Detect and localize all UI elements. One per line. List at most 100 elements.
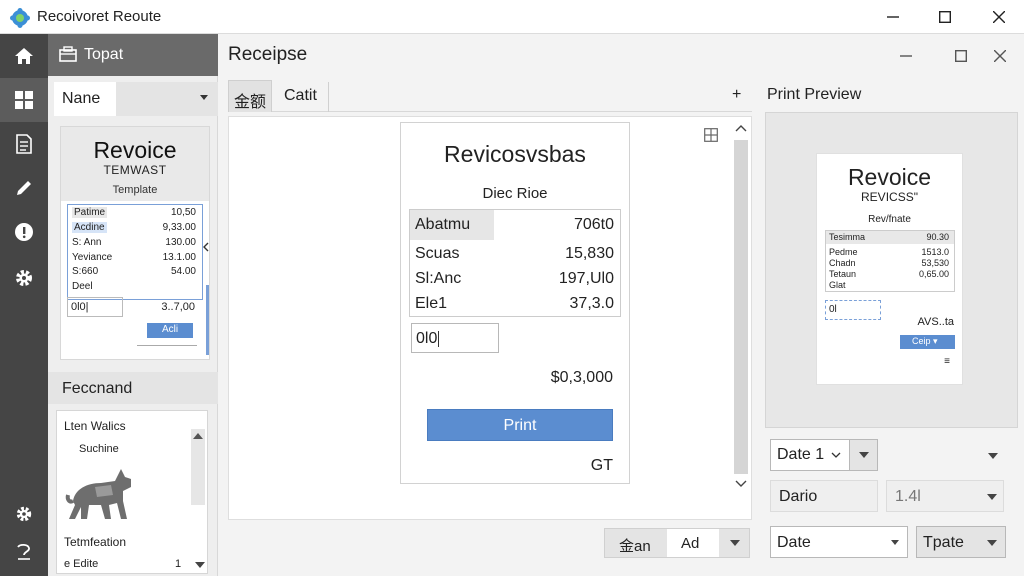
window-title: Recoivoret Reoute [37,8,162,25]
print-preview-label: Print Preview [767,86,862,103]
maximize-icon[interactable] [955,50,967,62]
date-select-button[interactable] [849,440,877,470]
preview-total: AVS..ta [917,316,954,328]
scrollbar-thumb[interactable] [734,140,748,474]
left-panel-header: Topat [48,34,218,76]
template-subtitle: TEMWAST [103,163,167,177]
wolf-image-icon [65,469,131,519]
template-table: Patime 10,50 Acdine 9,33.00 S: Ann 130.00 Y… [67,204,209,355]
receipt-table: Abatmu 706t0 Scuas 15,830 Sl:Anc 197,Ul0 E… [409,209,621,317]
date-field[interactable]: Date [770,526,908,558]
home-icon [15,48,33,64]
receipt-title: Revicosvsbas [444,141,586,167]
preview-footer: ≡ [944,356,950,367]
table-row: S:660 54.00 [72,266,196,277]
receipt-input[interactable]: 0l0 [411,323,499,353]
preview-subtitle: REVICSS" [861,190,918,204]
chevron-left-icon[interactable] [201,242,211,252]
chevron-down-icon [831,452,841,458]
feed-subtitle: Suchine [79,443,119,455]
close-button[interactable] [976,3,1022,31]
toolbox-icon [59,46,77,62]
segment-dropdown[interactable] [719,529,751,557]
feed-scrollbar[interactable] [191,429,205,505]
minimize-icon[interactable] [900,54,912,58]
rail-help-button[interactable] [0,530,48,574]
chevron-up-icon[interactable] [735,124,747,132]
template-input[interactable]: 0l0| [67,297,123,317]
segment-amount[interactable]: 金an [605,529,667,557]
feed-edit-link[interactable]: e Edite [64,558,98,570]
close-icon [993,11,1005,23]
template-divider [137,345,197,351]
feed-header: Feccnand [48,372,218,404]
template-header: Revoice TEMWAST Template [61,127,209,201]
dario-field[interactable]: Dario [770,480,878,512]
name-select[interactable]: Nane [54,82,218,116]
chevron-down-icon[interactable] [988,453,998,459]
date-field-value: Date [777,534,811,551]
table-row: Glat [829,280,846,290]
table-row: Acdine 9,33.00 [72,222,196,233]
expand-icon[interactable] [704,128,718,142]
maximize-icon [939,11,951,23]
template-total: 3..7,00 [161,301,195,313]
chevron-down-icon[interactable] [735,480,747,488]
add-tab-button[interactable]: + [732,86,741,104]
chevron-down-icon [891,540,899,545]
table-row: Tesimma 90.30 [826,231,954,244]
rail-home-button[interactable] [0,34,48,78]
settings-icon [16,506,32,522]
table-row: Deel [72,281,93,292]
print-button[interactable]: Print [427,409,613,441]
preview-table: Tesimma 90.30 Pedme 1513.0 Chadn 53,530 Tet… [825,230,955,292]
rail-settings-button[interactable] [0,256,48,300]
print-preview-page: Revoice REVICSS" Rev/fnate Tesimma 90.30 … [816,153,963,385]
edit-icon [17,181,31,195]
name-select-value: Nane [54,82,116,116]
chevron-up-icon [193,433,203,439]
template-add-button[interactable]: Acli [147,323,193,338]
chevron-down-icon [987,494,997,500]
date-select[interactable]: Date 1 [770,439,878,471]
tpate-select[interactable]: Tpate [916,526,1006,558]
value-select[interactable]: 1.4l [886,480,1004,512]
receipt-footer: GT [590,457,613,474]
pane-window-controls [886,42,1016,70]
tab-catit[interactable]: Catit [274,80,330,112]
document-scrollbar[interactable] [732,118,750,496]
feed-footer: Tetmfeation [64,535,127,549]
rail-info-button[interactable] [0,210,48,254]
dashboard-icon [15,91,33,109]
nav-rail [0,34,48,576]
segment-add[interactable]: Ad [667,529,719,557]
info-icon [15,223,33,241]
main-title: Receipse [228,44,308,65]
rail-dashboard-button[interactable] [0,78,48,122]
feed-card[interactable]: Lten Walics Suchine Tetmfeation e Edite … [56,410,208,574]
chevron-down-icon [730,540,740,546]
tab-amount[interactable]: 金额 [228,80,272,112]
receipt-header-value: 706t0 [573,216,614,233]
table-row: Scuas 15,830 [415,245,614,262]
rail-edit-button[interactable] [0,166,48,210]
preview-tag: Rev/fnate [868,214,911,225]
template-brand: Revoice [93,137,177,163]
feed-title: Lten Walics [64,419,126,433]
rail-document-button[interactable] [0,122,48,166]
receipt-subtitle: Diec Rioe [482,185,548,202]
template-card[interactable]: Revoice TEMWAST Template Patime 10,50 Acd… [60,126,210,360]
table-row: Ele1 37,3.0 [415,295,614,312]
preview-input: 0l [825,300,881,320]
template-tag: Template [112,184,158,196]
close-icon[interactable] [994,50,1006,62]
value-select-value: 1.4l [895,488,921,505]
chevron-down-icon[interactable] [195,562,205,568]
preview-brand: Revoice [847,164,932,190]
minimize-button[interactable] [870,3,916,31]
tab-bar: 金额 Catit + [228,80,752,112]
left-panel-title: Topat [84,46,124,63]
template-scrollbar[interactable] [206,285,209,355]
help-icon [17,543,30,560]
maximize-button[interactable] [922,3,968,31]
